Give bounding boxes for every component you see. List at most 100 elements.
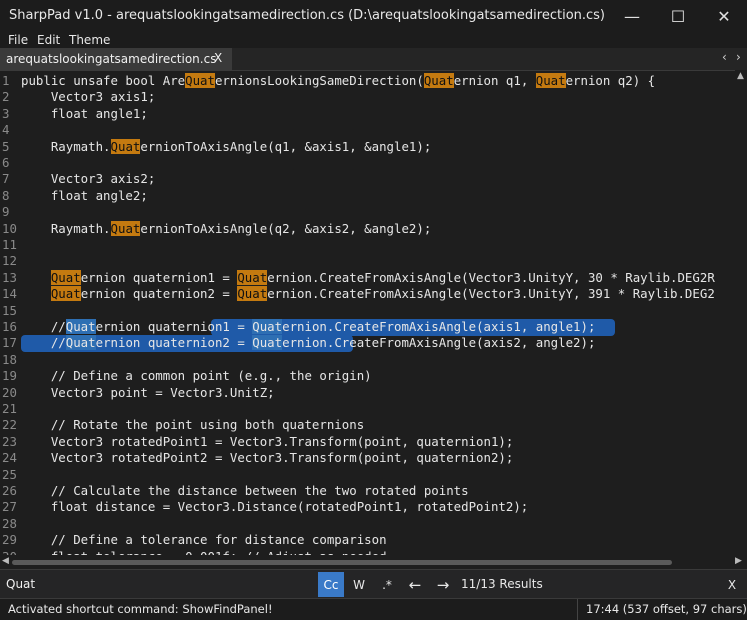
code-text: // Rotate the point using both quaternio…	[21, 417, 365, 433]
line-number: 10	[2, 220, 17, 236]
scroll-left-icon[interactable]: ◀	[2, 556, 9, 566]
find-panel: Quat Cc W .* ← → 11/13 Results X	[0, 569, 747, 599]
tab-scroll-right-icon[interactable]: ›	[736, 50, 741, 64]
line-number: 16	[2, 319, 17, 334]
scroll-right-icon[interactable]: ▶	[735, 556, 742, 566]
file-tab[interactable]: arequatslookingatsamedirection.cs X	[0, 48, 232, 70]
line-number: 8	[2, 187, 10, 203]
title-bar: SharpPad v1.0 - arequatslookingatsamedir…	[0, 0, 747, 32]
search-match: Quat	[237, 286, 268, 302]
code-text: float tolerance = 0.001f; // Adjust as n…	[21, 549, 387, 555]
search-match: Quat	[50, 286, 81, 302]
line-number: 20	[2, 384, 17, 400]
status-message: Activated shortcut command: ShowFindPane…	[8, 602, 273, 616]
menu-edit[interactable]: Edit	[37, 32, 60, 48]
minimize-button[interactable]: —	[609, 0, 655, 32]
code-text: // Define a common point (e.g., the orig…	[21, 368, 372, 384]
code-text: float angle1;	[21, 105, 148, 121]
line-number: 23	[2, 433, 17, 449]
close-window-button[interactable]: ✕	[701, 0, 747, 32]
search-match: Quat	[65, 335, 96, 351]
line-number: 28	[2, 515, 17, 531]
code-text: //Quaternion quaternion2 = Quaternion.Cr…	[21, 335, 596, 351]
find-results-count: 11/13 Results	[461, 577, 543, 591]
cursor-position: 17:44 (537 offset, 97 chars)	[586, 602, 747, 616]
code-text: Vector3 rotatedPoint2 = Vector3.Transfor…	[21, 450, 514, 466]
code-text: Raymath.QuaternionToAxisAngle(q1, &axis1…	[21, 138, 432, 154]
tab-close-button[interactable]: X	[214, 51, 222, 65]
line-number: 17	[2, 335, 17, 351]
search-match: Quat	[110, 220, 141, 236]
status-divider	[577, 599, 578, 620]
code-text: //Quaternion quaternion1 = Quaternion.Cr…	[21, 319, 596, 334]
search-match: Quat	[535, 73, 566, 88]
line-number: 30	[2, 549, 18, 555]
close-icon: ✕	[717, 6, 731, 26]
line-number: 26	[2, 483, 17, 498]
code-text: Raymath.QuaternionToAxisAngle(q2, &axis2…	[21, 220, 432, 236]
line-number: 12	[2, 253, 17, 269]
search-match: Quat	[252, 335, 283, 351]
line-number: 9	[2, 204, 10, 220]
line-number: 24	[2, 450, 17, 466]
search-match: Quat	[423, 73, 454, 88]
search-match: Quat	[110, 138, 141, 154]
vertical-scrollbar[interactable]: ▲	[735, 70, 747, 558]
code-text: float distance = Vector3.Distance(rotate…	[21, 499, 529, 515]
horizontal-scrollbar[interactable]: ◀ ▶	[0, 556, 747, 568]
code-text: Vector3 axis2;	[21, 171, 156, 187]
line-number: 19	[2, 368, 17, 384]
search-match: Quat	[65, 319, 96, 334]
code-text: Vector3 point = Vector3.UnitZ;	[21, 384, 275, 400]
line-number: 22	[2, 417, 17, 433]
code-text: Vector3 axis1;	[21, 89, 156, 105]
line-number: 5	[2, 138, 10, 154]
menu-file[interactable]: File	[8, 32, 28, 48]
line-number: 27	[2, 499, 17, 515]
menu-theme[interactable]: Theme	[69, 32, 110, 48]
maximize-icon: ☐	[670, 6, 686, 26]
code-text: Quaternion quaternion2 = Quaternion.Crea…	[50, 286, 715, 302]
line-number: 11	[2, 237, 17, 252]
file-tab-label: arequatslookingatsamedirection.cs	[6, 52, 217, 66]
line-number: 7	[2, 171, 10, 187]
line-number: 21	[2, 401, 17, 416]
line-number: 3	[2, 105, 10, 121]
find-previous-button[interactable]: ←	[402, 572, 428, 597]
line-number: 1	[2, 73, 10, 88]
line-number: 14	[2, 286, 17, 302]
line-number: 13	[2, 269, 17, 285]
code-text: // Calculate the distance between the tw…	[21, 483, 469, 498]
match-case-button[interactable]: Cc	[318, 572, 344, 597]
maximize-button[interactable]: ☐	[655, 0, 701, 32]
line-number: 25	[2, 466, 17, 482]
code-text: // Define a tolerance for distance compa…	[21, 532, 387, 548]
line-number: 2	[2, 89, 10, 105]
search-match: Quat	[252, 319, 283, 334]
line-number: 29	[2, 532, 17, 548]
find-input[interactable]: Quat	[6, 577, 35, 591]
find-close-button[interactable]: X	[719, 572, 745, 597]
line-number: 18	[2, 351, 17, 367]
search-match: Quat	[185, 73, 215, 88]
line-number: 15	[2, 302, 17, 318]
code-text: Vector3 rotatedPoint1 = Vector3.Transfor…	[21, 433, 514, 449]
code-text: public unsafe bool AreQuaternionsLooking…	[21, 73, 656, 88]
find-next-button[interactable]: →	[430, 572, 456, 597]
minimize-icon: —	[624, 6, 640, 26]
menu-bar: File Edit Theme	[0, 32, 747, 48]
line-number: 4	[2, 122, 10, 138]
tab-bar: arequatslookingatsamedirection.cs X ‹ ›	[0, 48, 747, 71]
code-text: Quaternion quaternion1 = Quaternion.Crea…	[50, 269, 715, 285]
search-match: Quat	[237, 269, 268, 285]
regex-button[interactable]: .*	[374, 572, 400, 597]
whole-word-button[interactable]: W	[346, 572, 372, 597]
search-match: Quat	[50, 269, 81, 285]
status-bar: Activated shortcut command: ShowFindPane…	[0, 598, 747, 620]
horizontal-scroll-thumb[interactable]	[12, 560, 672, 565]
code-editor[interactable]: 1 public unsafe bool AreQuaternionsLookin…	[0, 73, 735, 555]
scroll-up-icon[interactable]: ▲	[737, 71, 744, 81]
window-title: SharpPad v1.0 - arequatslookingatsamedir…	[9, 8, 606, 23]
tab-scroll-left-icon[interactable]: ‹	[722, 50, 727, 64]
code-text: float angle2;	[21, 187, 148, 203]
